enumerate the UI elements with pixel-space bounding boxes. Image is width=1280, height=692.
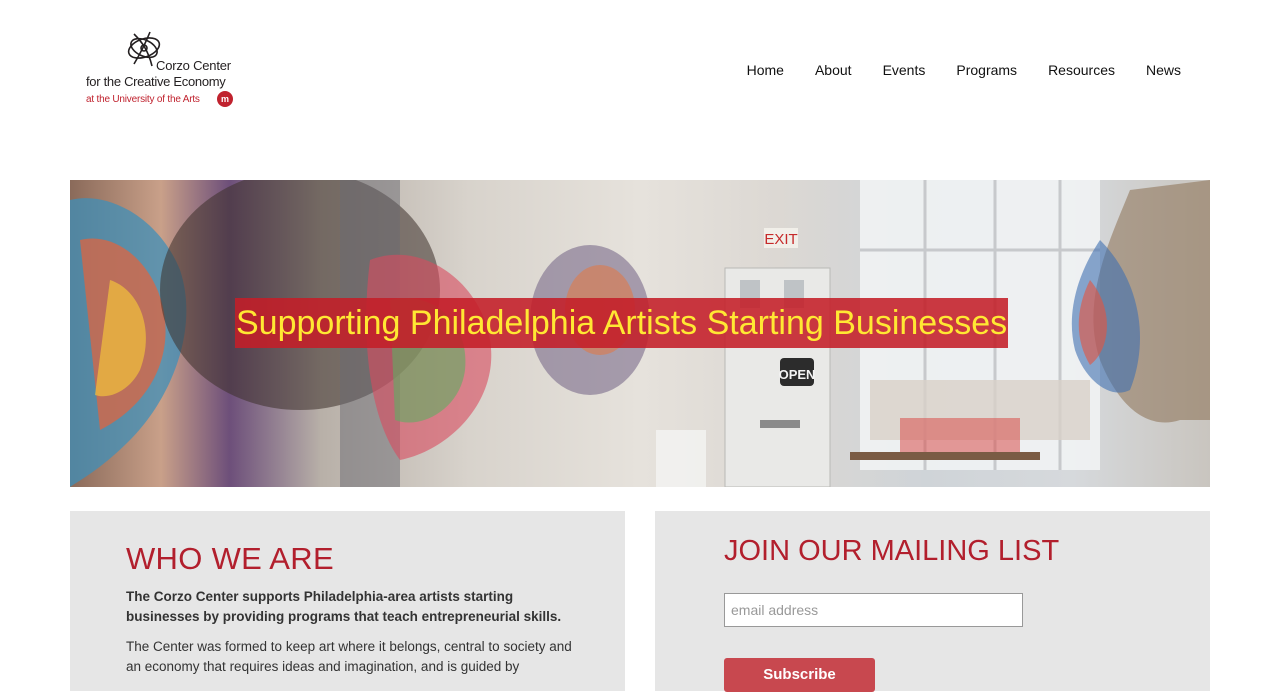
- open-sign: OPEN: [779, 367, 816, 382]
- logo-text-line2: for the Creative Economy: [86, 74, 226, 89]
- hero-banner: EXIT OPEN Supporting Philadelphia Artist…: [70, 180, 1210, 487]
- nav-events[interactable]: Events: [883, 61, 926, 79]
- email-field[interactable]: [724, 593, 1023, 627]
- nav-programs[interactable]: Programs: [956, 61, 1017, 79]
- nav-news[interactable]: News: [1146, 61, 1181, 79]
- logo-text-line3: at the University of the Arts: [86, 94, 200, 105]
- subscribe-button[interactable]: Subscribe: [724, 658, 875, 692]
- exit-sign: EXIT: [764, 231, 797, 248]
- logo-text-line1: Corzo Center: [156, 58, 231, 73]
- nav-resources[interactable]: Resources: [1048, 61, 1115, 79]
- nav-about[interactable]: About: [815, 61, 852, 79]
- main-nav: Home About Events Programs Resources New…: [747, 61, 1181, 79]
- who-we-are-lead: The Corzo Center supports Philadelphia-a…: [126, 589, 562, 624]
- hero-title: Supporting Philadelphia Artists Starting…: [235, 298, 1009, 348]
- who-we-are-body: The Center was formed to keep art where …: [126, 639, 572, 674]
- who-we-are-title: WHO WE ARE: [126, 541, 334, 576]
- mailing-list-panel: JOIN OUR MAILING LIST Subscribe: [655, 511, 1210, 692]
- mailing-list-title: JOIN OUR MAILING LIST: [724, 535, 1060, 567]
- uarts-badge-icon: m: [217, 91, 233, 107]
- who-we-are-panel: WHO WE ARE The Corzo Center supports Phi…: [70, 511, 625, 691]
- site-logo[interactable]: Corzo Center for the Creative Economy at…: [84, 28, 244, 112]
- nav-home[interactable]: Home: [747, 61, 784, 79]
